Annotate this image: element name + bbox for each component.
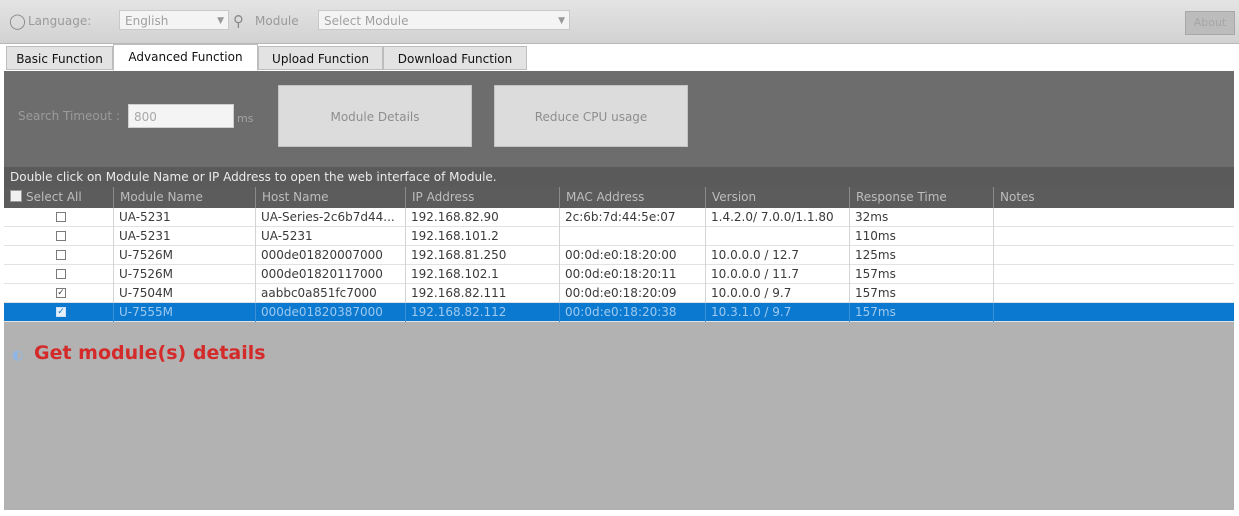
cell-notes: [993, 284, 1234, 303]
advanced-function-panel: Search Timeout : 800 ms Module Details R…: [4, 71, 1234, 167]
column-header-host-name[interactable]: Host Name: [255, 187, 405, 208]
row-checkbox[interactable]: ✓: [56, 288, 66, 298]
cell-mac-address: 00:0d:e0:18:20:11: [559, 265, 705, 284]
select-all-label: Select All: [26, 190, 82, 204]
table-row[interactable]: ✓ U-7555M 000de01820387000 192.168.82.112 00…: [4, 303, 1234, 322]
cell-version: 10.0.0.0 / 11.7: [705, 265, 849, 284]
cell-module-name[interactable]: U-7555M: [113, 303, 255, 322]
cell-response-time: 110ms: [849, 227, 993, 246]
cell-mac-address: 00:0d:e0:18:20:38: [559, 303, 705, 322]
cell-select: [4, 208, 113, 227]
language-value: English: [125, 14, 169, 28]
cell-response-time: 157ms: [849, 265, 993, 284]
cell-notes: [993, 246, 1234, 265]
select-all-header[interactable]: Select All: [4, 187, 113, 208]
column-header-notes[interactable]: Notes: [993, 187, 1234, 208]
chevron-down-icon: ▼: [217, 16, 224, 26]
table-row[interactable]: ✓ U-7504M aabbc0a851fc7000 192.168.82.111 00…: [4, 284, 1234, 303]
row-checkbox[interactable]: [56, 212, 66, 222]
cell-ip-address[interactable]: 192.168.82.111: [405, 284, 559, 303]
cell-select: [4, 246, 113, 265]
app-window: ◯ Language: English ▼ ⚲ Module Select Mo…: [0, 0, 1239, 516]
tab-advanced-function[interactable]: Advanced Function: [113, 44, 258, 71]
cell-ip-address[interactable]: 192.168.82.90: [405, 208, 559, 227]
cell-mac-address: 00:0d:e0:18:20:00: [559, 246, 705, 265]
reduce-cpu-usage-button[interactable]: Reduce CPU usage: [494, 85, 688, 147]
row-checkbox[interactable]: [56, 231, 66, 241]
module-placeholder: Select Module: [324, 14, 409, 28]
cell-response-time: 32ms: [849, 208, 993, 227]
cell-module-name[interactable]: UA-5231: [113, 208, 255, 227]
cell-ip-address[interactable]: 192.168.102.1: [405, 265, 559, 284]
cell-mac-address: 00:0d:e0:18:20:09: [559, 284, 705, 303]
module-label: Module: [255, 14, 299, 28]
cell-select: [4, 227, 113, 246]
cell-version: 1.4.2.0/ 7.0.0/1.1.80: [705, 208, 849, 227]
language-label: Language:: [28, 14, 92, 28]
about-button[interactable]: About: [1185, 11, 1235, 35]
tab-download-function[interactable]: Download Function: [383, 46, 527, 70]
select-all-checkbox[interactable]: [10, 190, 22, 202]
table-row[interactable]: U-7526M 000de01820007000 192.168.81.250 00:…: [4, 246, 1234, 265]
cell-mac-address: 2c:6b:7d:44:5e:07: [559, 208, 705, 227]
language-select[interactable]: English ▼: [119, 10, 229, 30]
function-tabs: Basic Function Advanced Function Upload …: [0, 44, 1239, 71]
grid-header: Select All Module Name Host Name IP Addr…: [4, 187, 1234, 208]
module-details-button[interactable]: Module Details: [278, 85, 472, 147]
cell-module-name[interactable]: UA-5231: [113, 227, 255, 246]
cell-host-name: 000de01820117000: [255, 265, 405, 284]
cell-mac-address: [559, 227, 705, 246]
cell-notes: [993, 265, 1234, 284]
loading-icon: ◐: [12, 348, 24, 363]
column-header-ip-address[interactable]: IP Address: [405, 187, 559, 208]
table-row[interactable]: U-7526M 000de01820117000 192.168.102.1 00:0…: [4, 265, 1234, 284]
grid-hint-text: Double click on Module Name or IP Addres…: [4, 167, 1234, 187]
cell-response-time: 157ms: [849, 284, 993, 303]
timeout-unit-label: ms: [237, 112, 254, 125]
cell-notes: [993, 303, 1234, 322]
row-checkbox[interactable]: [56, 269, 66, 279]
cell-host-name: 000de01820007000: [255, 246, 405, 265]
cell-version: 10.0.0.0 / 12.7: [705, 246, 849, 265]
cell-select: ✓: [4, 284, 113, 303]
cell-module-name[interactable]: U-7526M: [113, 265, 255, 284]
status-text: Get module(s) details: [34, 342, 266, 364]
cell-ip-address[interactable]: 192.168.81.250: [405, 246, 559, 265]
tab-basic-function[interactable]: Basic Function: [6, 46, 113, 70]
top-toolbar: ◯ Language: English ▼ ⚲ Module Select Mo…: [0, 0, 1239, 44]
cell-host-name: aabbc0a851fc7000: [255, 284, 405, 303]
cell-ip-address[interactable]: 192.168.101.2: [405, 227, 559, 246]
cell-response-time: 125ms: [849, 246, 993, 265]
cell-version: 10.0.0.0 / 9.7: [705, 284, 849, 303]
column-header-version[interactable]: Version: [705, 187, 849, 208]
cell-select: [4, 265, 113, 284]
row-checkbox[interactable]: [56, 250, 66, 260]
cell-ip-address[interactable]: 192.168.82.112: [405, 303, 559, 322]
cell-select: ✓: [4, 303, 113, 322]
magnifier-icon: ⚲: [233, 12, 244, 30]
cell-host-name: UA-Series-2c6b7d44...: [255, 208, 405, 227]
table-row[interactable]: UA-5231 UA-5231 192.168.101.2 110ms: [4, 227, 1234, 246]
column-header-module-name[interactable]: Module Name: [113, 187, 255, 208]
tab-upload-function[interactable]: Upload Function: [258, 46, 383, 70]
row-checkbox[interactable]: ✓: [56, 307, 66, 317]
module-grid: Select All Module Name Host Name IP Addr…: [4, 187, 1234, 510]
table-row[interactable]: UA-5231 UA-Series-2c6b7d44... 192.168.82.9…: [4, 208, 1234, 227]
search-timeout-label: Search Timeout :: [18, 109, 120, 123]
cell-notes: [993, 208, 1234, 227]
cell-module-name[interactable]: U-7526M: [113, 246, 255, 265]
cell-notes: [993, 227, 1234, 246]
module-select[interactable]: Select Module ▼: [318, 10, 570, 30]
cell-response-time: 157ms: [849, 303, 993, 322]
search-timeout-input[interactable]: 800: [128, 104, 234, 128]
cell-module-name[interactable]: U-7504M: [113, 284, 255, 303]
column-header-mac-address[interactable]: MAC Address: [559, 187, 705, 208]
chevron-down-icon: ▼: [558, 16, 565, 26]
cell-host-name: UA-5231: [255, 227, 405, 246]
cell-version: [705, 227, 849, 246]
globe-icon: ◯: [9, 12, 26, 30]
cell-version: 10.3.1.0 / 9.7: [705, 303, 849, 322]
column-header-response-time[interactable]: Response Time: [849, 187, 993, 208]
cell-host-name: 000de01820387000: [255, 303, 405, 322]
